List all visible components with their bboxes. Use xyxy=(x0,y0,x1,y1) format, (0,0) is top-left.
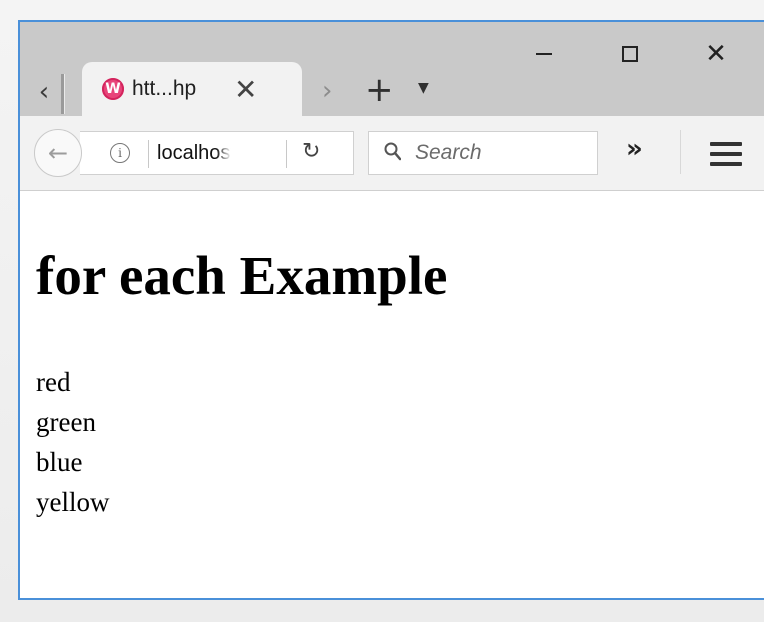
back-arrow-icon[interactable]: ← xyxy=(34,129,82,177)
toolbar-divider xyxy=(680,130,681,174)
tab-favicon-icon: W xyxy=(102,78,124,100)
tab-scroll-left-button[interactable]: ‹ xyxy=(28,68,64,116)
close-window-icon[interactable]: ✕ xyxy=(686,34,746,74)
page-heading: for each Example xyxy=(36,245,448,306)
tab-title: htt...hp xyxy=(132,77,197,100)
url-bar[interactable]: i localhost ↻ xyxy=(80,131,354,175)
reload-icon[interactable]: ↻ xyxy=(302,139,320,164)
url-text[interactable]: localhost xyxy=(157,142,231,165)
tab-list-dropdown-icon[interactable]: ▼ xyxy=(418,80,429,96)
tab-active[interactable]: W htt...hp ✕ xyxy=(82,62,302,116)
list-item: yellow xyxy=(36,487,110,517)
url-divider xyxy=(148,140,149,168)
hamburger-menu-icon[interactable] xyxy=(710,142,742,166)
list-item: red xyxy=(36,367,71,397)
reload-divider xyxy=(286,140,287,168)
maximize-button[interactable] xyxy=(600,34,660,74)
close-tab-icon[interactable]: ✕ xyxy=(234,73,257,106)
search-bar[interactable] xyxy=(368,131,598,175)
minimize-icon xyxy=(536,53,552,55)
page-content: for each Example red green blue yellow xyxy=(20,192,764,598)
color-list: red green blue yellow xyxy=(36,362,110,522)
tab-scroll-right-button[interactable]: › xyxy=(322,76,332,106)
browser-window: ‹ W htt...hp ✕ › + ▼ ✕ i localhost ↻ ← S… xyxy=(18,20,764,600)
navigation-toolbar: i localhost ↻ ← » xyxy=(20,116,764,191)
new-tab-button[interactable]: + xyxy=(365,70,394,110)
list-item: blue xyxy=(36,447,83,477)
overflow-chevron-icon[interactable]: » xyxy=(626,134,643,164)
minimize-button[interactable] xyxy=(514,34,574,74)
info-icon[interactable]: i xyxy=(110,143,130,163)
search-input[interactable] xyxy=(415,140,585,166)
search-icon xyxy=(384,142,401,161)
tab-strip: ‹ W htt...hp ✕ › + ▼ ✕ xyxy=(20,22,764,116)
maximize-icon xyxy=(622,46,638,62)
list-item: green xyxy=(36,407,96,437)
